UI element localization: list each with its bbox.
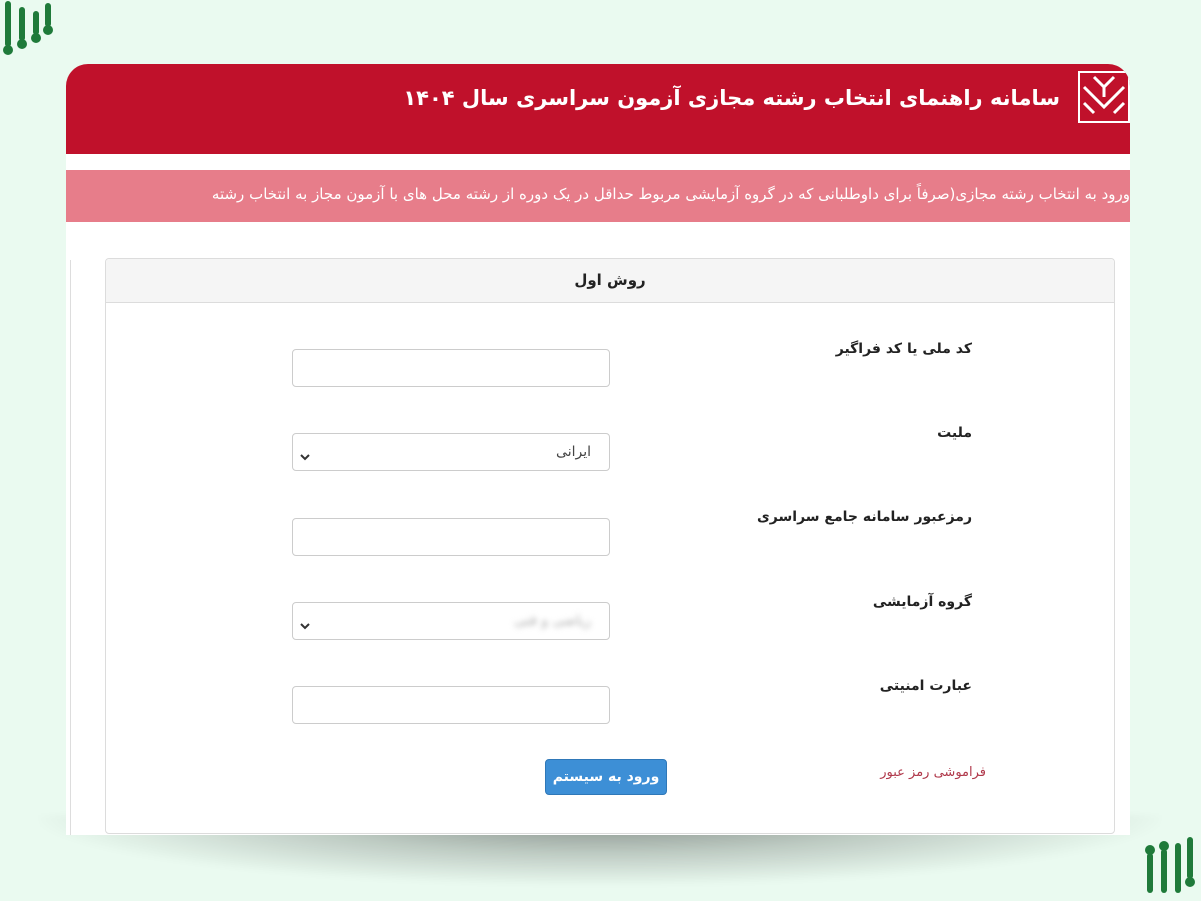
panel-heading: روش اول [106,259,1114,303]
site-header: سامانه راهنمای انتخاب رشته مجازی آزمون س… [66,64,1130,154]
login-panel: روش اول کد ملی یا کد فراگیر ملیت ایرانی … [105,258,1115,834]
nationality-value: ایرانی [556,444,591,460]
password-input[interactable] [292,518,610,556]
browser-window: سامانه راهنمای انتخاب رشته مجازی آزمون س… [66,64,1130,835]
group-label: گروه آزمایشی [872,594,972,610]
captcha-label: عبارت امنیتی [879,678,972,694]
header-logo-icon [1078,71,1130,123]
captcha-input[interactable] [292,686,610,724]
forgot-password-link[interactable]: فراموشی رمز عبور [880,765,986,780]
nationality-label: ملیت [937,425,972,441]
national-code-input[interactable] [292,349,610,387]
page-title: سامانه راهنمای انتخاب رشته مجازی آزمون س… [403,86,1060,110]
side-panel-edge [66,260,71,835]
ticker-text: ورود به انتخاب رشته مجازی(صرفاً برای داو… [211,185,1130,203]
exam-group-value: ریاضی و فنی [514,613,591,629]
chevron-down-icon [299,616,311,635]
brand-logo-icon [0,0,56,62]
announcement-ticker: ورود به انتخاب رشته مجازی(صرفاً برای داو… [66,170,1130,222]
password-label: رمزعبور سامانه جامع سراسری [756,509,972,525]
national-code-label: کد ملی یا کد فراگیر [835,341,972,357]
exam-group-select[interactable]: ریاضی و فنی [292,602,610,640]
chevron-down-icon [299,447,311,466]
login-button[interactable]: ورود به سیستم [545,759,667,795]
nationality-select[interactable]: ایرانی [292,433,610,471]
